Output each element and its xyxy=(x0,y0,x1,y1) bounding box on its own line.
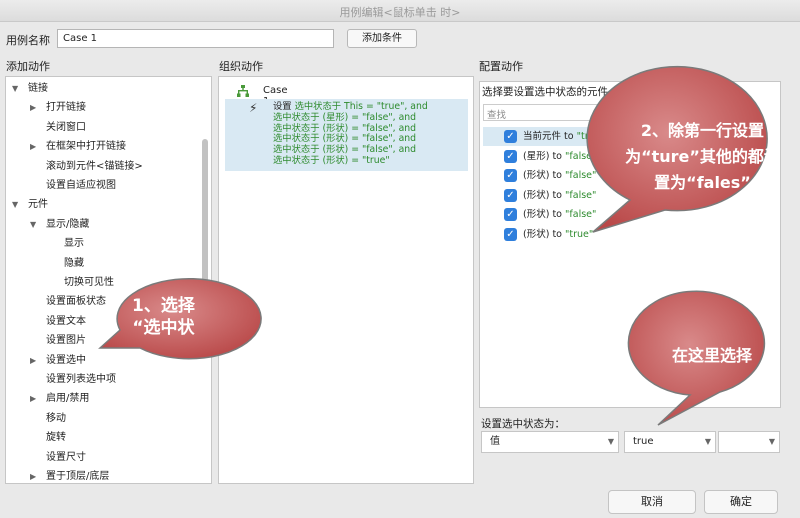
value-dropdown[interactable]: true ▼ xyxy=(624,431,716,453)
tree-item-label: 置于顶层/底层 xyxy=(46,471,110,482)
add-actions-header: 添加动作 xyxy=(6,60,50,73)
annotation-bubble-1-text: 1、选择 “选中状 xyxy=(132,296,195,338)
tree-item-label: 滚动到元件<锚链接> xyxy=(46,160,143,172)
chevron-down-icon: ▼ xyxy=(607,437,614,446)
tree-item-label: 设置图片 xyxy=(46,335,86,347)
add-condition-button[interactable]: 添加条件 xyxy=(347,29,417,48)
tree-item-label: 启用/禁用 xyxy=(46,393,90,405)
tree-item-label: 显示/隐藏 xyxy=(46,218,90,230)
case-name-row: 用例名称 Case 1 添加条件 xyxy=(0,28,800,50)
tree-item-label: 移动 xyxy=(46,412,66,424)
tree-item-label: 设置自适应视图 xyxy=(46,180,116,191)
tree-item-label: 在框架中打开链接 xyxy=(46,141,126,153)
actions-tree-panel: ▼ 链接 ▶ 打开链接关闭窗口 ▶ 在框架中打开链接滚动到元件<锚链接> 设置自适应视图 ▼ 元… xyxy=(5,76,212,484)
set-selected-label: 设置选中状态为： xyxy=(481,418,565,430)
value-type-dropdown[interactable]: 值 ▼ xyxy=(481,431,619,453)
tree-scrollbar[interactable] xyxy=(202,139,208,349)
disclosure-down-icon[interactable]: ▼ xyxy=(30,215,36,234)
ok-button[interactable]: 确定 xyxy=(704,490,778,514)
annotation-bubble-2-text: 2、除第一行设置 为“ture”其他的都设 置为“fales” xyxy=(625,121,780,192)
case-icon xyxy=(237,85,249,97)
chevron-down-icon: ▼ xyxy=(768,437,775,446)
organize-panel: Case 1 ⚡ 设置 选中状态于 This = "true", and选中状态… xyxy=(218,76,474,484)
search-input[interactable]: 查找 xyxy=(483,104,603,121)
value-text: true xyxy=(633,436,654,447)
tree-item-label: 元件 xyxy=(28,199,48,211)
organize-actions-header: 组织动作 xyxy=(219,60,263,73)
disclosure-down-icon[interactable]: ▼ xyxy=(12,195,18,214)
checkbox-checked-icon[interactable]: ✓ xyxy=(504,208,517,221)
tree-item-label: 设置选中 xyxy=(46,354,86,366)
annotation-bubble-3-text: 在这里选择 xyxy=(672,346,753,365)
title-bar: 用例编辑<鼠标单击 时> xyxy=(0,0,800,22)
disclosure-right-icon[interactable]: ▶ xyxy=(30,137,36,156)
action-line: 选中状态于 (形状) = "true" xyxy=(273,154,390,166)
widget-item-text: 当前元件 to "true" xyxy=(523,131,605,142)
checkbox-checked-icon[interactable]: ✓ xyxy=(504,130,517,143)
checkbox-checked-icon[interactable]: ✓ xyxy=(504,149,517,163)
tree-item-label: 设置文本 xyxy=(46,315,86,327)
widget-item-text: (形状) to "false" xyxy=(523,189,597,201)
tree-item-label: 旋转 xyxy=(46,432,66,444)
window-title: 用例编辑<鼠标单击 时> xyxy=(339,6,461,19)
disclosure-right-icon[interactable]: ▶ xyxy=(30,98,36,117)
checkbox-checked-icon[interactable]: ✓ xyxy=(504,188,517,202)
chevron-down-icon: ▼ xyxy=(704,437,711,446)
widget-item-text: (形状) to "false" xyxy=(523,170,597,181)
tree-item-label: 关闭窗口 xyxy=(46,121,86,133)
action-description: 设置 选中状态于 This = "true", and 选中状态于 (星形) = … xyxy=(273,101,428,167)
tree-item-label: 设置面板状态 xyxy=(46,296,106,308)
tree-item-label: 设置尺寸 xyxy=(46,451,86,463)
widget-item-text: (形状) to "true" xyxy=(523,228,594,240)
extra-dropdown[interactable]: ▼ xyxy=(718,431,780,453)
disclosure-right-icon[interactable]: ▶ xyxy=(30,389,36,408)
case-name-label: 用例名称 xyxy=(6,34,50,47)
checkbox-checked-icon[interactable]: ✓ xyxy=(504,169,517,182)
lightning-icon: ⚡ xyxy=(249,101,258,115)
disclosure-down-icon[interactable]: ▼ xyxy=(12,79,18,98)
value-type-text: 值 xyxy=(490,436,500,447)
tree-item-label: 切换可见性 xyxy=(64,277,114,288)
select-widgets-title: 选择要设置选中状态的元件 xyxy=(482,86,608,98)
tree-item-label: 打开链接 xyxy=(46,102,86,114)
widget-item-text: (星形) to "false" xyxy=(523,150,597,162)
tree-item-label: 链接 xyxy=(28,83,48,94)
disclosure-right-icon[interactable]: ▶ xyxy=(30,351,36,370)
tree-item-label: 显示 xyxy=(64,238,84,250)
checkbox-checked-icon[interactable]: ✓ xyxy=(504,227,517,241)
disclosure-right-icon[interactable]: ▶ xyxy=(30,467,36,483)
cancel-button[interactable]: 取消 xyxy=(608,490,696,514)
widget-item-text: (形状) to "false" xyxy=(523,209,597,220)
tree-item-label: 隐藏 xyxy=(64,257,84,269)
configure-actions-header: 配置动作 xyxy=(479,60,523,73)
case-name-input[interactable]: Case 1 xyxy=(57,29,334,48)
tree-item-label: 设置列表选中项 xyxy=(46,374,116,385)
